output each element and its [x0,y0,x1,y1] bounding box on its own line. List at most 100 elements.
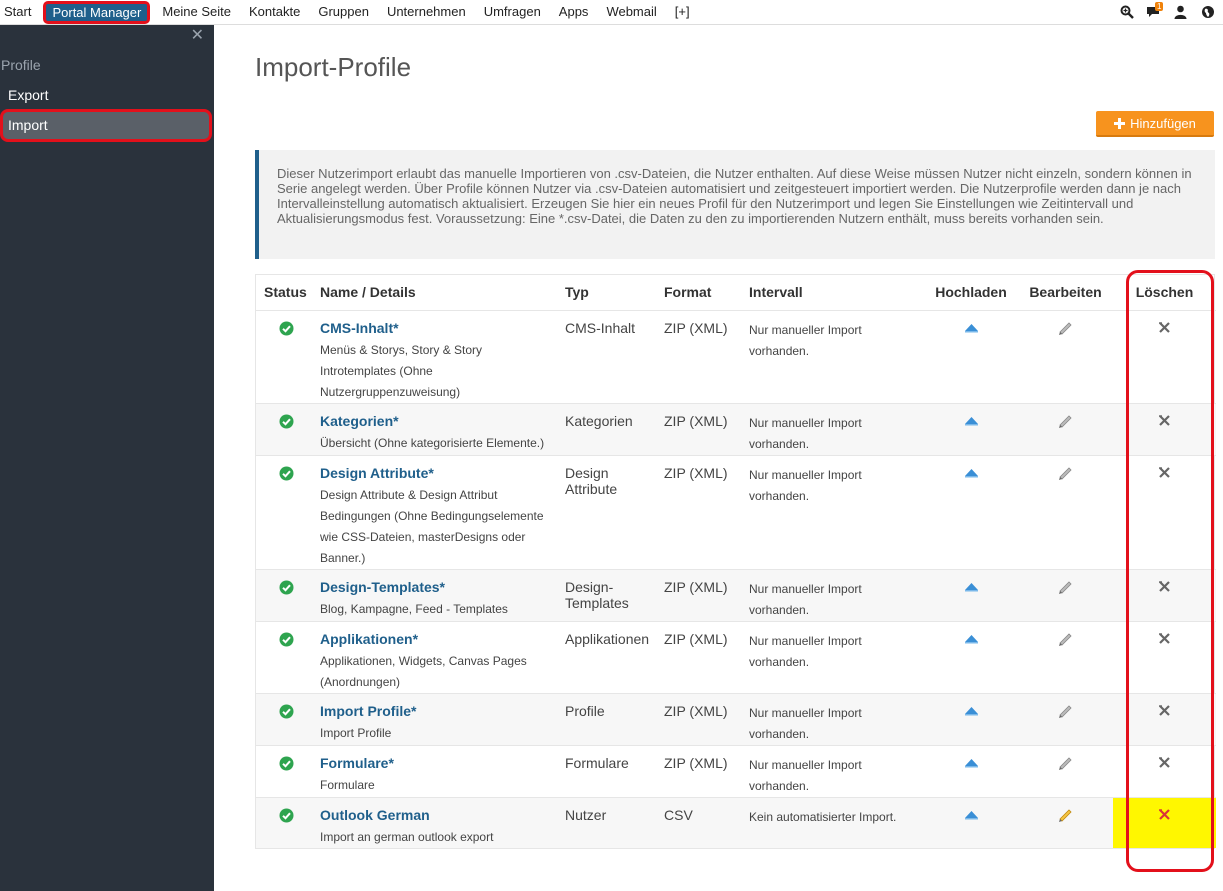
nav-item-start[interactable]: Start [0,0,40,24]
profile-name-link[interactable]: Outlook German [320,807,557,823]
edit-pencil-icon[interactable] [1057,631,1074,648]
profile-interval: Nur manueller Import vorhanden. [749,415,862,451]
table-row: Outlook German Import an german outlook … [256,796,1216,848]
sidebar-item-import[interactable]: Import [0,109,212,142]
top-navigation: Start Portal Manager Meine Seite Kontakt… [0,0,1223,25]
profile-format: ZIP (XML) [656,402,741,455]
upload-icon[interactable] [964,323,979,333]
profile-name-link[interactable]: Kategorien* [320,413,557,429]
table-row: Applikationen* Applikationen, Widgets, C… [256,620,1216,693]
nav-item-apps[interactable]: Apps [550,0,598,24]
delete-icon[interactable] [1157,320,1172,335]
upload-icon[interactable] [964,582,979,592]
profile-format: ZIP (XML) [656,568,741,621]
close-sidebar-icon[interactable]: ✕ [191,27,204,45]
profile-details: Formulare [320,777,375,792]
profile-interval: Nur manueller Import vorhanden. [749,467,862,503]
status-ok-icon [279,466,294,480]
profile-typ: Applikationen [557,620,656,693]
nav-item-umfragen[interactable]: Umfragen [475,0,550,24]
edit-pencil-icon[interactable] [1057,579,1074,596]
profile-interval: Nur manueller Import vorhanden. [749,581,862,617]
header-format: Format [664,284,712,301]
profile-interval: Nur manueller Import vorhanden. [749,322,862,358]
nav-item-portal-manager[interactable]: Portal Manager [43,0,151,24]
nav-item-meine-seite[interactable]: Meine Seite [153,0,240,24]
delete-icon[interactable] [1157,755,1172,770]
profile-name-link[interactable]: Design Attribute* [320,465,557,481]
table-row: Kategorien* Übersicht (Ohne kategorisier… [256,402,1216,455]
upload-icon[interactable] [964,634,979,644]
delete-icon[interactable] [1157,807,1172,822]
profile-name-link[interactable]: Import Profile* [320,703,557,719]
edit-pencil-icon[interactable] [1057,320,1074,337]
edit-pencil-icon[interactable] [1057,465,1074,482]
nav-item-webmail[interactable]: Webmail [597,0,665,24]
table-row: Import Profile* Import Profile Profile Z… [256,692,1216,745]
edit-pencil-icon[interactable] [1057,755,1074,772]
upload-icon[interactable] [964,706,979,716]
delete-icon[interactable] [1157,465,1172,480]
profile-name-link[interactable]: Design-Templates* [320,579,557,595]
upload-icon[interactable] [964,758,979,768]
profile-details: Übersicht (Ohne kategorisierte Elemente.… [320,435,545,450]
page-title: Import-Profile [255,52,412,82]
import-profiles-table: Status Name / Details Typ Format Interva… [255,274,1216,849]
status-ok-icon [279,704,294,718]
table-header-row: Status Name / Details Typ Format Interva… [256,275,1216,310]
nav-item-unternehmen[interactable]: Unternehmen [378,0,475,24]
profile-typ: Nutzer [557,796,656,848]
profile-interval: Kein automatisierter Import. [749,809,897,824]
profile-format: ZIP (XML) [656,620,741,693]
notification-badge: 1 [1155,1,1164,11]
upload-icon[interactable] [964,810,979,820]
sidebar-section-title: Profile [1,57,41,73]
nav-item-kontakte[interactable]: Kontakte [240,0,309,24]
profile-format: ZIP (XML) [656,692,741,745]
delete-icon[interactable] [1157,413,1172,428]
nav-item-gruppen[interactable]: Gruppen [309,0,378,24]
upload-icon[interactable] [964,416,979,426]
profile-format: ZIP (XML) [656,744,741,797]
profile-name-link[interactable]: Applikationen* [320,631,557,647]
profile-name-link[interactable]: Formulare* [320,755,557,771]
profile-details: Import Profile [320,725,392,740]
profile-details: Blog, Kampagne, Feed - Templates [320,601,508,616]
status-ok-icon [279,321,294,335]
profile-details: Import an german outlook export [320,829,494,844]
table-row: Formulare* Formulare Formulare ZIP (XML)… [256,744,1216,797]
header-status: Status [264,284,307,301]
delete-icon[interactable] [1157,631,1172,646]
edit-pencil-icon[interactable] [1057,703,1074,720]
header-hochladen: Hochladen [935,284,1007,301]
add-button[interactable]: Hinzufügen [1096,111,1214,137]
header-intervall: Intervall [749,284,803,301]
delete-icon[interactable] [1157,579,1172,594]
status-ok-icon [279,414,294,428]
globe-icon[interactable] [1200,5,1215,20]
top-right-icons: 1 [1119,0,1215,24]
edit-pencil-icon[interactable] [1057,413,1074,430]
profile-format: CSV [656,796,741,848]
profile-details: Applikationen, Widgets, Canvas Pages (An… [320,653,527,689]
status-ok-icon [279,580,294,594]
upload-icon[interactable] [964,468,979,478]
info-box: Dieser Nutzerimport erlaubt das manuelle… [255,150,1215,259]
table-row: Design Attribute* Design Attribute & Des… [256,454,1216,569]
profile-interval: Nur manueller Import vorhanden. [749,633,862,669]
status-ok-icon [279,632,294,646]
chat-icon[interactable]: 1 [1146,1,1164,20]
profile-typ: Profile [557,692,656,745]
delete-icon[interactable] [1157,703,1172,718]
main-content: Import-Profile Hinzufügen Dieser Nutzeri… [214,25,1223,891]
search-icon[interactable] [1119,5,1134,20]
plus-icon [1114,117,1126,129]
sidebar-item-export[interactable]: Export [0,80,214,110]
profile-details: Design Attribute & Design Attribut Bedin… [320,487,544,565]
header-loeschen: Löschen [1135,284,1194,301]
edit-pencil-icon[interactable] [1057,807,1074,824]
header-typ: Typ [565,284,589,301]
nav-item-more[interactable]: [+] [666,0,699,24]
user-icon[interactable] [1173,5,1188,20]
profile-name-link[interactable]: CMS-Inhalt* [320,320,557,336]
